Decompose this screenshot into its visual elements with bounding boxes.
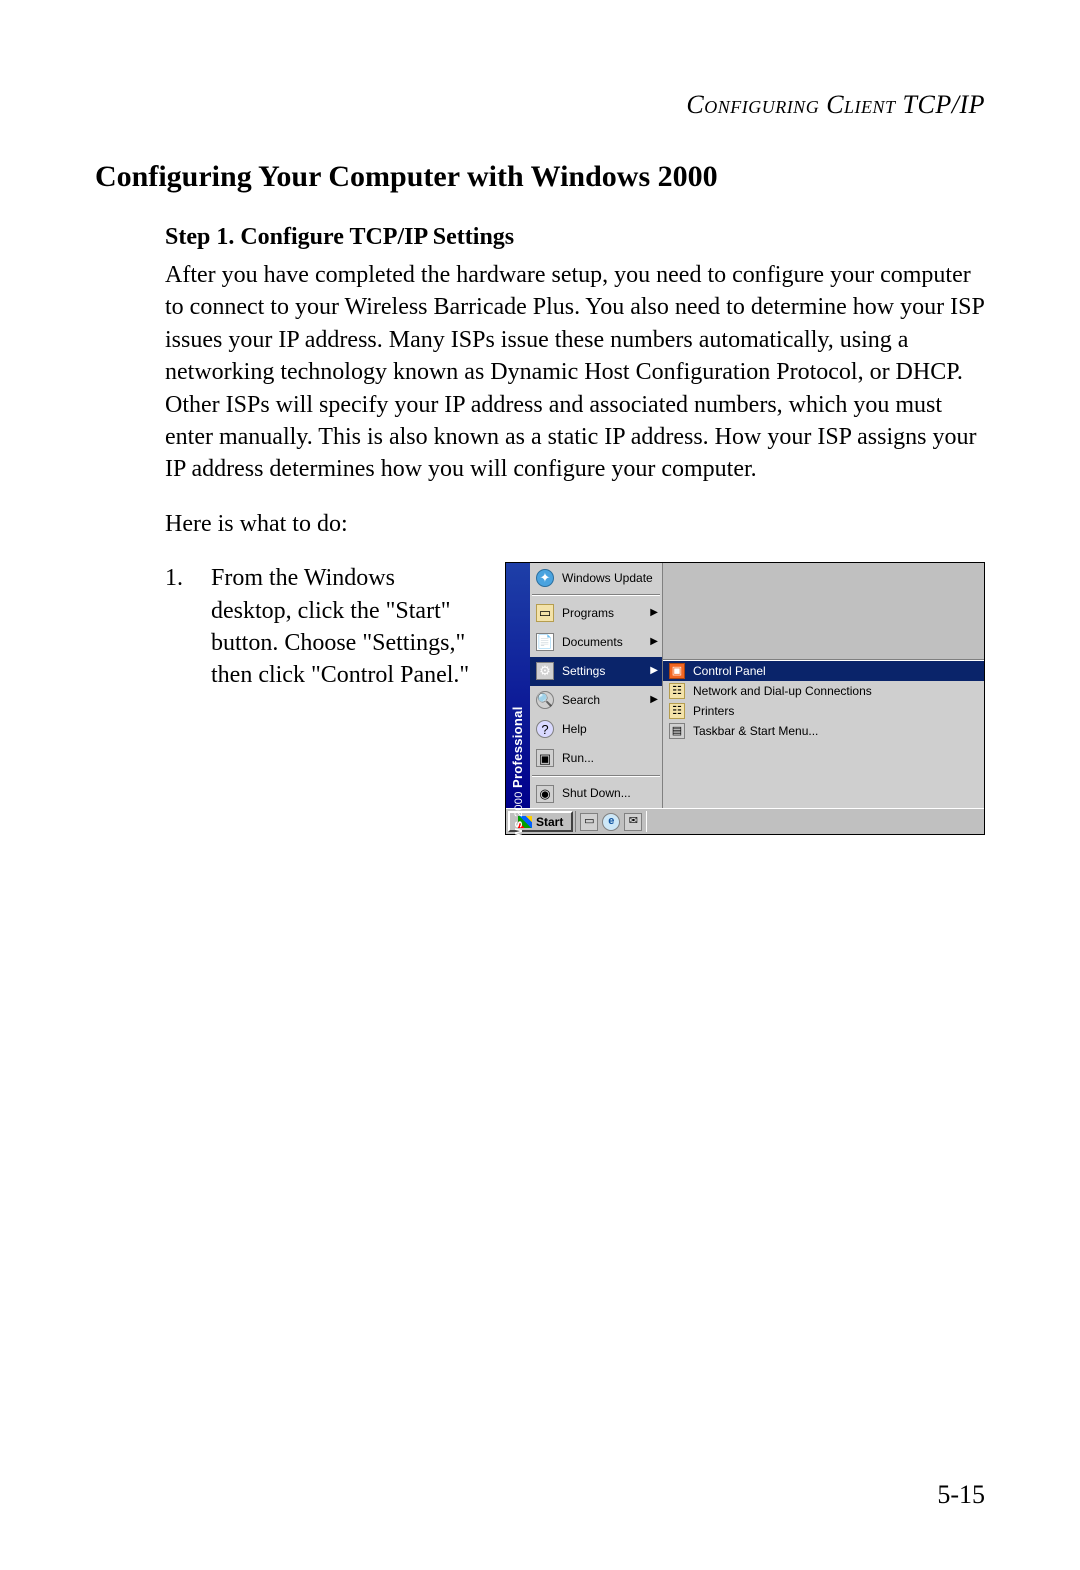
start-menu: ✦ Windows Update ▭ Programs ▶ 📄 Document… <box>530 563 663 808</box>
settings-icon: ⚙ <box>536 662 554 680</box>
win2k-screenshot: Windows 2000 Professional ✦ Windows Upda… <box>505 562 985 835</box>
menu-label: Run... <box>562 750 594 766</box>
list-number: 1. <box>165 562 185 835</box>
shutdown-icon: ◉ <box>536 785 554 803</box>
printers-icon: ☷ <box>669 703 685 719</box>
taskbar: Start ▭ e ✉ <box>506 808 984 834</box>
page-number: 5-15 <box>937 1480 985 1510</box>
start-button-label: Start <box>536 814 563 830</box>
instruction-list-item: 1. From the Windows desktop, click the "… <box>165 562 985 835</box>
start-menu-banner: Windows 2000 Professional <box>506 563 530 808</box>
search-icon: 🔍 <box>536 691 554 709</box>
menu-item-windows-update[interactable]: ✦ Windows Update <box>530 563 662 592</box>
section-title: Configuring Your Computer with Windows 2… <box>95 160 985 194</box>
body-paragraph: Here is what to do: <box>165 508 985 540</box>
submenu-item-printers[interactable]: ☷ Printers <box>663 701 984 721</box>
banner-text: Windows 2000 Professional <box>509 707 527 880</box>
submenu-label: Printers <box>693 703 734 719</box>
menu-separator <box>532 594 660 596</box>
chevron-right-icon: ▶ <box>650 693 658 707</box>
chevron-right-icon: ▶ <box>650 664 658 678</box>
outlook-icon[interactable]: ✉ <box>624 813 642 831</box>
menu-label: Documents <box>562 634 623 650</box>
run-icon: ▣ <box>536 749 554 767</box>
menu-item-programs[interactable]: ▭ Programs ▶ <box>530 598 662 627</box>
submenu-item-taskbar[interactable]: ▤ Taskbar & Start Menu... <box>663 721 984 741</box>
submenu-item-control-panel[interactable]: ▣ Control Panel <box>663 661 984 681</box>
network-icon: ☷ <box>669 683 685 699</box>
step-title: Step 1. Configure TCP/IP Settings <box>165 224 985 251</box>
menu-item-run[interactable]: ▣ Run... <box>530 744 662 773</box>
control-panel-icon: ▣ <box>669 663 685 679</box>
programs-icon: ▭ <box>536 604 554 622</box>
menu-label: Shut Down... <box>562 785 631 801</box>
menu-item-shutdown[interactable]: ◉ Shut Down... <box>530 779 662 808</box>
menu-label: Help <box>562 721 587 737</box>
document-page: Configuring Client TCP/IP Configuring Yo… <box>0 0 1080 1570</box>
menu-label: Search <box>562 692 600 708</box>
settings-submenu: ▣ Control Panel ☷ Network and Dial-up Co… <box>663 660 984 808</box>
screenshot-figure: Windows 2000 Professional ✦ Windows Upda… <box>505 562 985 835</box>
help-icon: ? <box>536 720 554 738</box>
settings-submenu-column: ▣ Control Panel ☷ Network and Dial-up Co… <box>663 563 984 808</box>
internet-explorer-icon[interactable]: e <box>602 813 620 831</box>
menu-label: Settings <box>562 663 605 679</box>
submenu-spacer <box>663 563 984 660</box>
submenu-label: Control Panel <box>693 663 766 679</box>
menu-label: Programs <box>562 605 614 621</box>
body-paragraph: After you have completed the hardware se… <box>165 259 985 486</box>
quick-launch: ▭ e ✉ <box>575 811 647 832</box>
submenu-item-network[interactable]: ☷ Network and Dial-up Connections <box>663 681 984 701</box>
chevron-right-icon: ▶ <box>650 635 658 649</box>
documents-icon: 📄 <box>536 633 554 651</box>
taskbar-settings-icon: ▤ <box>669 723 685 739</box>
chevron-right-icon: ▶ <box>650 606 658 620</box>
submenu-label: Taskbar & Start Menu... <box>693 723 818 739</box>
running-head: Configuring Client TCP/IP <box>95 90 985 120</box>
menu-separator <box>532 775 660 777</box>
taskbar-empty <box>647 809 984 834</box>
menu-item-search[interactable]: 🔍 Search ▶ <box>530 686 662 715</box>
show-desktop-icon[interactable]: ▭ <box>580 813 598 831</box>
menu-item-settings[interactable]: ⚙ Settings ▶ <box>530 657 662 686</box>
menu-item-help[interactable]: ? Help <box>530 715 662 744</box>
submenu-label: Network and Dial-up Connections <box>693 683 872 699</box>
globe-icon: ✦ <box>536 569 554 587</box>
menu-item-documents[interactable]: 📄 Documents ▶ <box>530 627 662 656</box>
list-text: From the Windows desktop, click the "Sta… <box>211 562 471 835</box>
menu-label: Windows Update <box>562 570 653 586</box>
